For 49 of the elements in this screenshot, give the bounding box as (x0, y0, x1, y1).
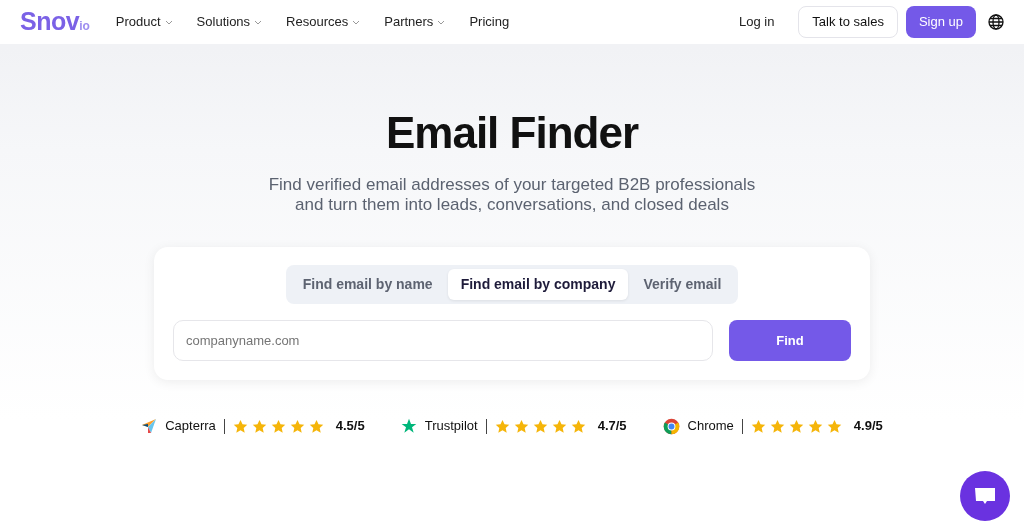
star-icon (769, 418, 785, 434)
star-icon (251, 418, 267, 434)
star-icon (289, 418, 305, 434)
rating-source: Trustpilot (424, 417, 478, 436)
star-icon (788, 418, 804, 434)
rating-source: Capterra (165, 417, 216, 436)
rating-score: 4.5/5 (335, 417, 365, 436)
talk-to-sales-button[interactable]: Talk to sales (798, 6, 898, 38)
nav-link[interactable]: Resources (286, 12, 361, 32)
star-icon (807, 418, 823, 434)
chat-button[interactable] (960, 471, 1010, 521)
tab[interactable]: Find email by company (447, 269, 629, 301)
page-title: Email Finder (384, 109, 640, 158)
paper-plane-icon (141, 418, 158, 435)
star-icon (532, 418, 548, 434)
tab[interactable]: Verify email (630, 269, 735, 301)
logo-suffix: io (79, 19, 90, 35)
chevron-icon (254, 19, 263, 25)
logo[interactable]: Snov (20, 9, 80, 34)
star-icon (232, 418, 248, 434)
rating-source: Chrome (687, 417, 734, 436)
star-logo-icon (400, 418, 417, 435)
chevron-icon (437, 19, 446, 25)
browser-logo-icon (662, 417, 680, 435)
star-icon (270, 418, 286, 434)
find-button[interactable]: Find (729, 320, 851, 362)
star-icon (551, 418, 567, 434)
rating-score: 4.7/5 (597, 417, 627, 436)
chat-icon (974, 486, 996, 506)
nav-link[interactable]: Partners (384, 12, 446, 32)
tab[interactable]: Find email by name (289, 269, 446, 301)
star-icon (826, 418, 842, 434)
star-icon (750, 418, 766, 434)
star-icon (494, 418, 510, 434)
nav-link[interactable]: Product (115, 12, 173, 32)
chevron-icon (164, 19, 173, 25)
login-link[interactable]: Log in (738, 12, 775, 32)
sign-up-button[interactable]: Sign up (905, 6, 976, 38)
star-icon (570, 418, 586, 434)
subtitle-line: and turn them into leads, conversations, and closed deals (294, 195, 730, 216)
nav-link[interactable]: Solutions (196, 12, 263, 32)
star-icon (513, 418, 529, 434)
star-icon (308, 418, 324, 434)
globe-icon[interactable] (988, 14, 1004, 30)
company-domain-field[interactable]: companyname.com (173, 320, 713, 362)
nav-link[interactable]: Pricing (469, 12, 510, 32)
subtitle-line: Find verified email addresses of your targeted B2B professionals (267, 175, 757, 196)
rating-score: 4.9/5 (853, 417, 883, 436)
chevron-icon (352, 19, 361, 25)
